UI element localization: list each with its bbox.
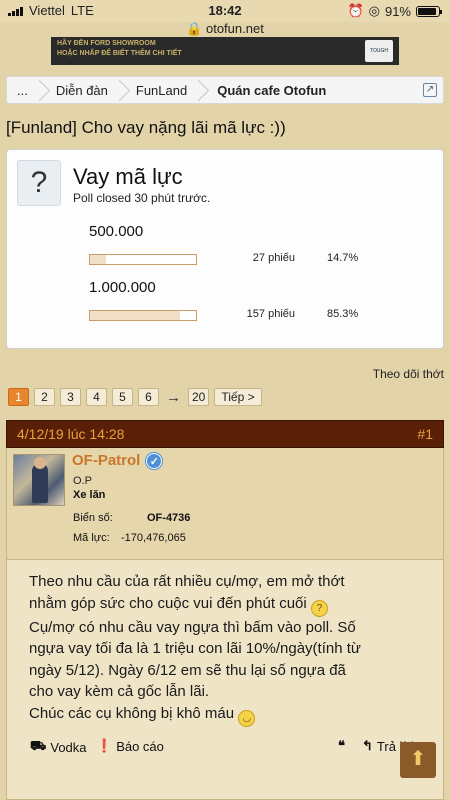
post-line: ngựa vay tối đa là 1 triệu con lãi 10%/n… [29,640,361,657]
address-bar[interactable]: 🔒 otofun.net [0,21,450,37]
poll-vote-count: 157 phiếu [246,308,295,320]
poll-result-bar [89,254,197,265]
post-author-info: OF-Patrol ✓ O.P Xe lăn Biển số: OF-4736 … [6,448,444,560]
post-line: Cụ/mợ có nhu cầu vay ngựa thì bấm vào po… [29,618,356,636]
report-label: Báo cáo [116,738,164,754]
post-line: Chúc các cụ không bị khô máu ◡ [29,703,439,727]
alarm-icon: ⏰ [347,3,364,18]
post-number[interactable]: #1 [417,426,433,442]
thinking-emoji-icon: ? [310,599,328,617]
page-link-6[interactable]: 6 [138,388,159,406]
post-message: Theo nhu cầu của rất nhiều cụ/mợ, em mở … [29,571,439,727]
plate-field: Biển số: OF-4736 [73,512,190,524]
page-link-4[interactable]: 4 [86,388,107,406]
vodka-label: Vodka [50,739,87,755]
question-icon: ? [17,160,61,206]
breadcrumb-current[interactable]: Quán cafe Otofun [199,77,338,103]
jump-link-icon[interactable]: ↗ [423,83,437,97]
battery-icon [416,5,442,17]
breadcrumb-funland[interactable]: FunLand [120,77,199,103]
pagination: 1 2 3 4 5 6 → 20 Tiếp > [8,388,262,406]
plate-value: OF-4736 [147,512,191,524]
rotation-lock-icon: ◎ [368,3,380,18]
plate-label: Biển số: [73,512,113,524]
ad-banner[interactable]: HÃY ĐẾN FORD SHOWROOM HOẶC NHẤP ĐỂ BIẾT … [51,37,399,65]
ad-line-1: HÃY ĐẾN FORD SHOWROOM [57,40,156,47]
quote-icon: ❝ [338,738,345,753]
smile-emoji-icon: ◡ [238,709,256,727]
ad-text: HÃY ĐẾN FORD SHOWROOM HOẶC NHẤP ĐỂ BIẾT … [57,39,182,59]
power-label: Mã lực: [73,532,110,544]
username-row: OF-Patrol ✓ [72,452,163,469]
quote-button[interactable]: ❝ [338,738,345,754]
breadcrumb-root[interactable]: ... [7,77,40,103]
page-link-2[interactable]: 2 [34,388,55,406]
thread-title: [Funland] Cho vay nặng lãi mã lực :)) [6,118,286,137]
poll-option-label: 500.000 [89,223,144,240]
page-link-last[interactable]: 20 [188,388,210,406]
ad-line-2: HOẶC NHẤP ĐỂ BIẾT THÊM CHI TIẾT [57,50,182,57]
poll-percent: 14.7% [327,252,359,264]
poll-result-bar [89,310,197,321]
avatar[interactable] [13,454,65,506]
bottle-icon: ⛟ [30,738,47,753]
breadcrumb-forums[interactable]: Diễn đàn [40,77,120,103]
page-jump-arrow[interactable]: → [166,389,181,406]
reply-icon: ↰ [362,738,373,753]
username[interactable]: OF-Patrol [72,452,140,469]
post-line: ngày 5/12). Ngày 6/12 em sẽ thu lại số n… [29,661,346,679]
page-link-3[interactable]: 3 [60,388,81,406]
poll-box: ? Vay mã lực Poll closed 30 phút trước. … [6,149,444,349]
poll-status: Poll closed 30 phút trước. [73,191,211,205]
post-header: 4/12/19 lúc 14:28 #1 [6,420,444,448]
url-text: otofun.net [205,21,264,36]
page-link-1[interactable]: 1 [8,388,29,406]
ad-logo: TOUGH [365,40,393,62]
poll-title: Vay mã lực [73,164,183,189]
post-line: cho vay kèm cả gốc lẫn lãi. [29,683,210,700]
report-button[interactable]: ❗ Báo cáo [96,738,164,754]
post-date[interactable]: 4/12/19 lúc 14:28 [17,426,124,442]
post-body: Theo nhu cầu của rất nhiều cụ/mợ, em mở … [6,560,444,800]
power-field: Mã lực: -170,476,065 [73,532,186,544]
page-link-5[interactable]: 5 [112,388,133,406]
verified-badge-icon: ✓ [146,452,163,469]
battery-percent: 91% [384,3,411,19]
poll-percent: 85.3% [327,308,359,320]
user-rank: Xe lăn [73,489,106,501]
post-line: Theo nhu cầu của rất nhiều cụ/mợ, em mở … [29,573,345,590]
poll-option-label: 1.000.000 [89,279,156,296]
status-right: ⏰ ◎ 91% [347,3,442,19]
warning-icon: ❗ [96,738,113,753]
post-line: nhằm góp sức cho cuộc vui đến phút cuối … [29,593,439,617]
lock-icon: 🔒 [186,21,203,36]
breadcrumb: ... Diễn đàn FunLand Quán cafe Otofun ↗ [6,76,444,104]
power-value: -170,476,065 [121,532,186,544]
follow-thread-link[interactable]: Theo dõi thớt [373,367,444,381]
poll-vote-count: 27 phiếu [252,252,295,264]
status-bar: Viettel LTE 18:42 ⏰ ◎ 91% [0,0,450,22]
next-page-button[interactable]: Tiếp > [214,388,262,406]
scroll-to-top-button[interactable]: ⬆ [400,742,436,778]
arrow-up-icon: ⬆ [409,748,427,770]
user-title: O.P [73,475,92,487]
vodka-button[interactable]: ⛟ Vodka [30,738,87,756]
